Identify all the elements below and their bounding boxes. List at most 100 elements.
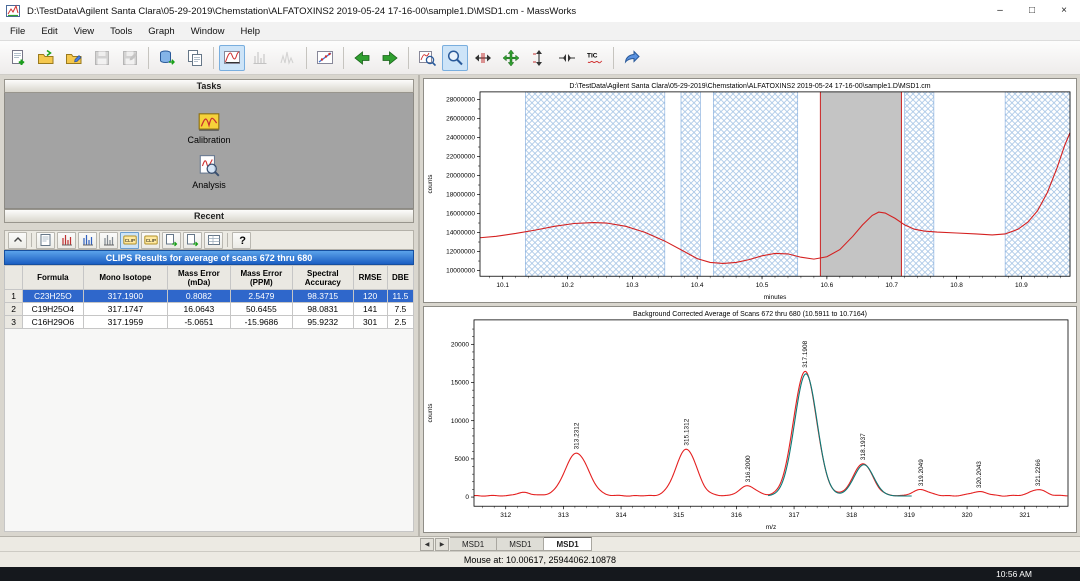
next-scan-icon[interactable] — [377, 45, 403, 71]
formula-cell[interactable]: C16H29O6 — [23, 316, 83, 329]
rmse-cell[interactable]: 141 — [353, 303, 387, 316]
mass-error-mda-cell[interactable]: 0.8082 — [168, 290, 230, 303]
zoom-icon[interactable] — [442, 45, 468, 71]
spectral-accuracy-cell[interactable]: 98.0831 — [293, 303, 353, 316]
window-title: D:\TestData\Agilent Santa Clara\05-29-20… — [27, 6, 576, 17]
svg-text:minutes: minutes — [764, 294, 787, 301]
svg-text:D:\TestData\Agilent Santa Clar: D:\TestData\Agilent Santa Clara\05-29-20… — [569, 83, 930, 90]
new-file-icon[interactable] — [5, 45, 31, 71]
tab-msd1-1[interactable]: MSD1 — [497, 537, 544, 551]
maximize-button[interactable]: □ — [1016, 0, 1048, 22]
mass-error-ppm-cell[interactable]: 2.5479 — [230, 290, 292, 303]
close-button[interactable]: × — [1048, 0, 1080, 22]
svg-text:321.2266: 321.2266 — [1035, 459, 1042, 486]
result-row[interactable]: 1 C23H25O 317.1900 0.8082 2.5479 98.3715… — [5, 290, 414, 303]
previous-scan-icon[interactable] — [349, 45, 375, 71]
analysis-label: Analysis — [192, 180, 226, 190]
chromatogram-view-icon[interactable] — [219, 45, 245, 71]
tab-msd1-0[interactable]: MSD1 — [450, 537, 497, 551]
dbe-cell[interactable]: 2.5 — [387, 316, 413, 329]
toolbar-separator — [31, 233, 32, 247]
mass-error-mda-cell[interactable]: -5.0651 — [168, 316, 230, 329]
analysis-task[interactable]: Analysis — [192, 154, 226, 190]
mono-isotope-cell[interactable]: 317.1959 — [83, 316, 168, 329]
col-spectral-accuracy: SpectralAccuracy — [293, 266, 353, 290]
copy-page-icon[interactable] — [182, 45, 208, 71]
mouse-position: Mouse at: 10.00617, 25944062.10878 — [464, 555, 616, 565]
menu-graph[interactable]: Graph — [140, 22, 182, 41]
grid-icon[interactable] — [204, 232, 223, 249]
svg-text:15000: 15000 — [451, 380, 469, 387]
chromatogram-chart[interactable]: D:\TestData\Agilent Santa Clara\05-29-20… — [423, 78, 1077, 303]
svg-text:10.2: 10.2 — [561, 282, 574, 289]
centroid-list-icon[interactable] — [99, 232, 118, 249]
expand-x-icon[interactable] — [470, 45, 496, 71]
minimize-button[interactable]: – — [984, 0, 1016, 22]
clips-icon[interactable]: CLIP — [120, 232, 139, 249]
tic-icon[interactable]: TIC — [582, 45, 608, 71]
open-edit-icon[interactable] — [61, 45, 87, 71]
menu-file[interactable]: File — [2, 22, 33, 41]
report-icon[interactable] — [36, 232, 55, 249]
rmse-cell[interactable]: 120 — [353, 290, 387, 303]
toolbar-separator — [613, 47, 614, 69]
col-formula: Formula — [23, 266, 83, 290]
zoom-reset-icon[interactable] — [414, 45, 440, 71]
peak-list-icon[interactable] — [78, 232, 97, 249]
export-scan-icon[interactable] — [162, 232, 181, 249]
main-content: Tasks Calibration Analysis Recent CLIPCL… — [0, 75, 1080, 536]
svg-text:319: 319 — [904, 512, 915, 519]
menu-window[interactable]: Window — [183, 22, 233, 41]
formula-cell[interactable]: C23H25O — [23, 290, 83, 303]
svg-text:316.2000: 316.2000 — [745, 455, 752, 482]
toolbar-separator — [343, 47, 344, 69]
mass-error-ppm-cell[interactable]: -15.9686 — [230, 316, 292, 329]
toolbar-separator — [213, 47, 214, 69]
results-empty-area — [4, 329, 414, 532]
menu-help[interactable]: Help — [233, 22, 269, 41]
results-header-row: Formula Mono Isotope Mass Error(mDa) Mas… — [5, 266, 414, 290]
result-row[interactable]: 3 C16H29O6 317.1959 -5.0651 -15.9686 95.… — [5, 316, 414, 329]
help-icon[interactable]: ? — [232, 232, 251, 249]
collapse-button[interactable] — [8, 232, 27, 249]
svg-text:18000000: 18000000 — [446, 192, 475, 199]
svg-text:20000: 20000 — [451, 342, 469, 349]
formula-cell[interactable]: C19H25O4 — [23, 303, 83, 316]
pan-icon[interactable] — [498, 45, 524, 71]
spectral-accuracy-cell[interactable]: 95.9232 — [293, 316, 353, 329]
shrink-x-icon[interactable] — [554, 45, 580, 71]
results-toolbar: CLIPCLIP? — [4, 230, 414, 250]
export-database-icon[interactable] — [154, 45, 180, 71]
mass-error-mda-cell[interactable]: 16.0643 — [168, 303, 230, 316]
result-row[interactable]: 2 C19H25O4 317.1747 16.0643 50.6455 98.0… — [5, 303, 414, 316]
scale-y-icon[interactable] — [526, 45, 552, 71]
tab-msd1-2[interactable]: MSD1 — [544, 537, 591, 551]
svg-text:320: 320 — [962, 512, 973, 519]
svg-text:10.4: 10.4 — [691, 282, 704, 289]
export-all-icon[interactable] — [183, 232, 202, 249]
ion-trace-icon[interactable] — [57, 232, 76, 249]
svg-text:24000000: 24000000 — [446, 135, 475, 142]
rmse-cell[interactable]: 301 — [353, 316, 387, 329]
menu-tools[interactable]: Tools — [102, 22, 140, 41]
link-spectrum-icon[interactable] — [619, 45, 645, 71]
tab-scroll-left-icon[interactable]: ◀ — [420, 538, 434, 551]
peaks-view-icon — [275, 45, 301, 71]
spectrum-chart[interactable]: Background Corrected Average of Scans 67… — [423, 306, 1077, 533]
mass-error-ppm-cell[interactable]: 50.6455 — [230, 303, 292, 316]
clips-average-icon[interactable]: CLIP — [141, 232, 160, 249]
dbe-cell[interactable]: 11.5 — [387, 290, 413, 303]
calibration-chart-icon[interactable] — [312, 45, 338, 71]
menu-edit[interactable]: Edit — [33, 22, 65, 41]
open-file-icon[interactable] — [33, 45, 59, 71]
mono-isotope-cell[interactable]: 317.1900 — [83, 290, 168, 303]
mono-isotope-cell[interactable]: 317.1747 — [83, 303, 168, 316]
toolbar-separator — [306, 47, 307, 69]
spectral-accuracy-cell[interactable]: 98.3715 — [293, 290, 353, 303]
tasks-header: Tasks — [4, 79, 414, 93]
tab-scroll-right-icon[interactable]: ▶ — [435, 538, 449, 551]
dbe-cell[interactable]: 7.5 — [387, 303, 413, 316]
menu-view[interactable]: View — [66, 22, 102, 41]
calibration-task[interactable]: Calibration — [187, 111, 230, 145]
calibration-label: Calibration — [187, 135, 230, 145]
